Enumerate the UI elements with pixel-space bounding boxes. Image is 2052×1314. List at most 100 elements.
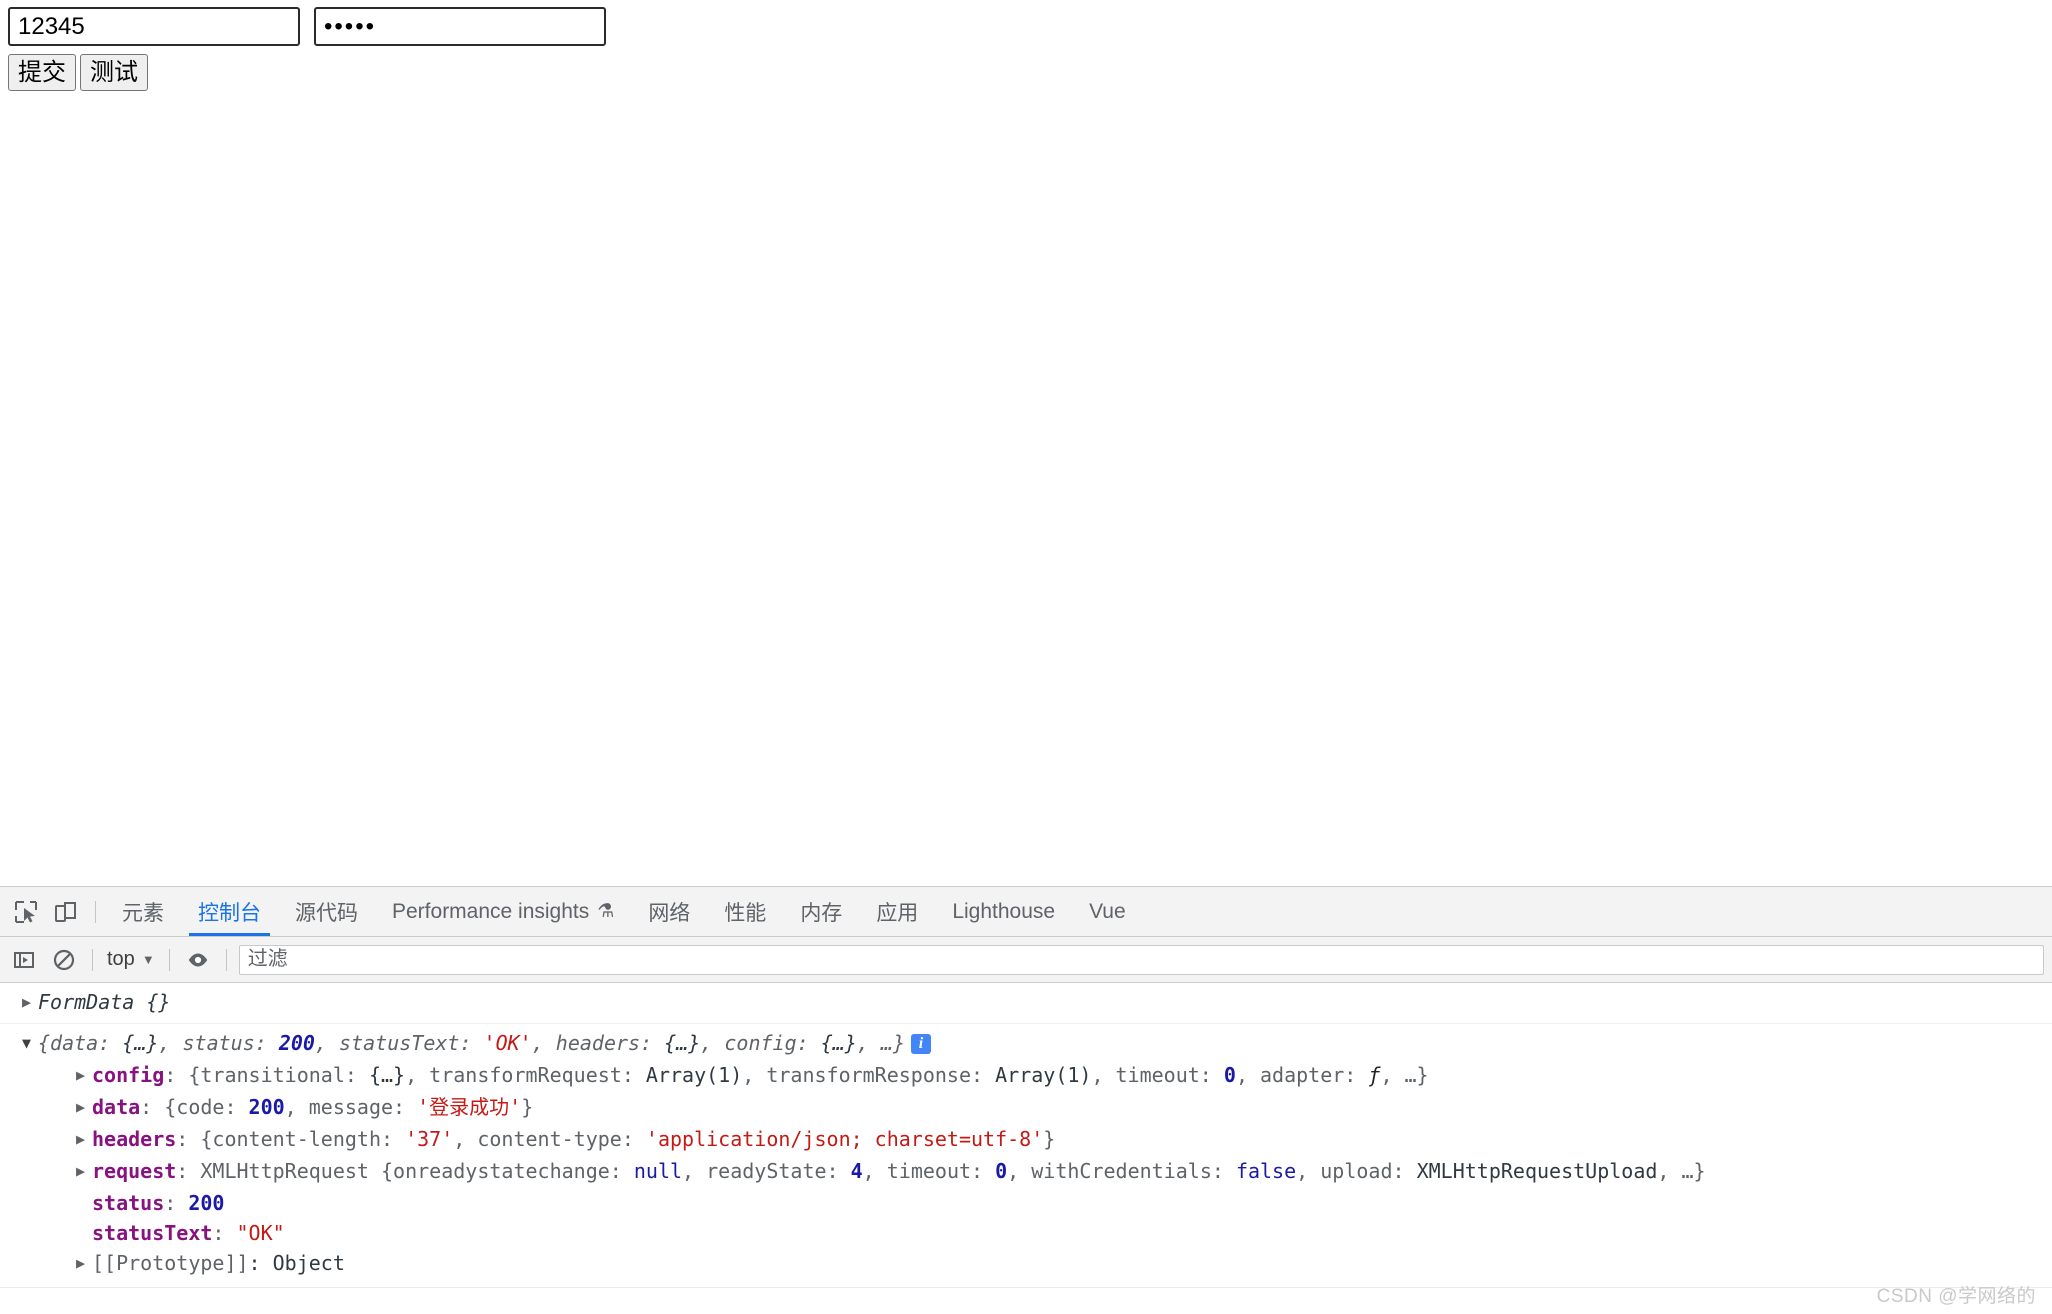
property-value-token: 'application/json; charset=utf-8': [645, 1127, 1044, 1151]
object-summary-text: {data: {…}, status: 200, statusText: 'OK…: [38, 1031, 905, 1055]
filterbar-divider-3: [225, 948, 227, 971]
console-sidebar-icon[interactable]: [4, 942, 44, 978]
tab-performance[interactable]: 性能: [707, 887, 783, 936]
watermark: CSDN @学网络的: [1876, 1286, 2036, 1307]
summary-token: {data:: [38, 1031, 123, 1055]
property-value-token: ƒ: [1368, 1063, 1381, 1087]
property-key: headers: [92, 1127, 177, 1151]
summary-token: {…}: [820, 1031, 857, 1055]
live-expression-icon[interactable]: [178, 942, 218, 978]
property-value-token: : XMLHttpRequest {onreadystatechange:: [176, 1159, 634, 1183]
property-value-token: : {transitional:: [164, 1063, 369, 1087]
tab-console[interactable]: 控制台: [181, 887, 278, 936]
property-value-token: 0: [1223, 1063, 1236, 1087]
object-property-row[interactable]: statusText: "OK": [22, 1218, 2052, 1248]
summary-token: 200: [278, 1031, 315, 1055]
property-value-token: '37': [405, 1127, 454, 1151]
summary-token: , status:: [158, 1031, 279, 1055]
tab-memory[interactable]: 内存: [783, 887, 859, 936]
tab-sources[interactable]: 源代码: [278, 887, 375, 936]
execution-context-selector[interactable]: top ▼: [101, 944, 161, 976]
property-value-token: 200: [188, 1191, 225, 1215]
property-value-token: , withCredentials:: [1007, 1159, 1236, 1183]
login-form-buttons: 提交 测试: [8, 54, 148, 91]
console-message-response-object[interactable]: ▼ {data: {…}, status: 200, statusText: 'O…: [0, 1024, 2052, 1280]
flask-icon: ⚗: [597, 901, 615, 922]
object-property-row[interactable]: ▶ headers: {content-length: '37', content…: [22, 1124, 2052, 1156]
tab-elements[interactable]: 元素: [105, 887, 181, 936]
property-value-token: : Object: [248, 1251, 345, 1275]
toolbar-divider: [95, 900, 96, 923]
property-value-token: , content-type:: [453, 1127, 646, 1151]
object-property-row[interactable]: ▶ config: {transitional: {…}, transformRe…: [22, 1060, 2052, 1092]
submit-button[interactable]: 提交: [8, 54, 76, 91]
clear-console-icon[interactable]: [44, 942, 84, 978]
property-value-token: , …}: [1657, 1159, 1706, 1183]
tab-label: 元素: [122, 901, 164, 925]
object-summary-row[interactable]: ▼ {data: {…}, status: 200, statusText: 'O…: [22, 1028, 2052, 1060]
property-value-token: false: [1235, 1159, 1297, 1183]
property-value-token: , timeout:: [1091, 1063, 1224, 1087]
property-value-token: :: [212, 1221, 237, 1245]
expand-arrow-icon[interactable]: ▶: [76, 1124, 92, 1154]
property-value-token: "OK": [236, 1221, 285, 1245]
summary-token: {…}: [122, 1031, 159, 1055]
tab-vue[interactable]: Vue: [1072, 887, 1143, 936]
tab-label: 网络: [648, 901, 691, 925]
property-value-token: , message:: [284, 1095, 418, 1119]
expand-arrow-icon[interactable]: ▶: [22, 987, 38, 1017]
object-property-row[interactable]: status: 200: [22, 1188, 2052, 1218]
filterbar-divider: [92, 948, 93, 971]
device-toolbar-icon[interactable]: [46, 892, 86, 932]
object-property-row[interactable]: ▶ request: XMLHttpRequest {onreadystatech…: [22, 1156, 2052, 1188]
collapse-arrow-icon[interactable]: ▼: [22, 1028, 38, 1058]
summary-token: , …}: [856, 1031, 906, 1055]
console-filterbar: top ▼: [0, 937, 2052, 983]
property-value-token: , …}: [1380, 1063, 1429, 1087]
property-key: request: [92, 1159, 177, 1183]
property-value-token: , transformRequest:: [405, 1063, 646, 1087]
object-property-row[interactable]: ▶ [[Prototype]]: Object: [22, 1248, 2052, 1280]
expand-arrow-icon[interactable]: ▶: [76, 1248, 92, 1278]
formdata-body: {}: [146, 990, 171, 1014]
property-key: status: [92, 1191, 165, 1215]
tab-application[interactable]: 应用: [859, 887, 935, 936]
property-value-token: :: [164, 1191, 189, 1215]
devtools-tabbar: 元素 控制台 源代码 Performance insights ⚗ 网络 性能 …: [0, 887, 2052, 937]
username-input[interactable]: [8, 7, 300, 46]
tab-label: Lighthouse: [952, 899, 1056, 923]
tab-label: 控制台: [198, 901, 261, 925]
inspect-element-icon[interactable]: [6, 892, 46, 932]
expand-arrow-icon[interactable]: ▶: [76, 1156, 92, 1186]
summary-token: {…}: [664, 1031, 701, 1055]
tab-lighthouse[interactable]: Lighthouse: [935, 887, 1072, 936]
tab-label: 源代码: [295, 901, 358, 925]
property-value-token: , readyState:: [682, 1159, 851, 1183]
bottom-divider: [0, 1287, 2052, 1288]
property-value-token: , transformResponse:: [742, 1063, 996, 1087]
property-key: [[Prototype]]: [92, 1251, 249, 1275]
property-value-token: 0: [995, 1159, 1008, 1183]
property-value-token: {…}: [368, 1063, 406, 1087]
property-key: statusText: [92, 1221, 213, 1245]
object-children: ▶ config: {transitional: {…}, transformRe…: [22, 1060, 2052, 1280]
property-value-token: , timeout:: [862, 1159, 996, 1183]
property-value-token: : {content-length:: [176, 1127, 406, 1151]
tab-network[interactable]: 网络: [631, 887, 707, 936]
console-filter-input[interactable]: [238, 944, 2044, 975]
object-property-row[interactable]: ▶ data: {code: 200, message: '登录成功'}: [22, 1092, 2052, 1124]
expand-arrow-icon[interactable]: ▶: [76, 1092, 92, 1122]
property-value-token: }: [1043, 1127, 1056, 1151]
summary-token: , headers:: [531, 1031, 665, 1055]
expand-arrow-icon[interactable]: ▶: [76, 1060, 92, 1090]
console-message-formdata[interactable]: ▶ FormData {}: [0, 983, 2052, 1024]
password-input[interactable]: [314, 7, 606, 46]
test-button[interactable]: 测试: [80, 54, 148, 91]
property-key: config: [92, 1063, 165, 1087]
property-value-token: }: [521, 1095, 534, 1119]
chevron-down-icon: ▼: [141, 952, 155, 967]
info-badge-icon[interactable]: i: [911, 1034, 932, 1054]
tab-performance-insights[interactable]: Performance insights ⚗: [375, 887, 631, 936]
tab-label: 性能: [724, 901, 767, 925]
context-label: top: [107, 948, 135, 970]
